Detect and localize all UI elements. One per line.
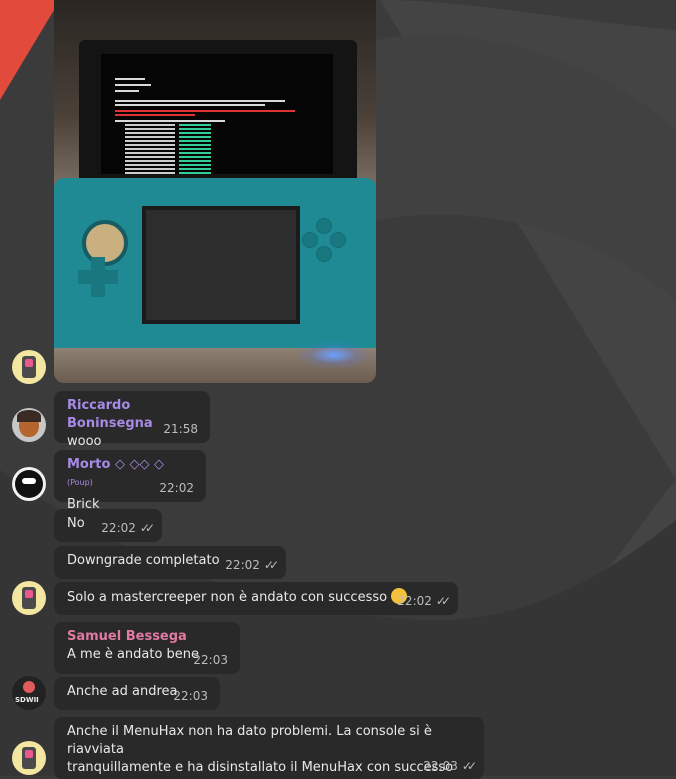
avatar[interactable] xyxy=(12,676,46,710)
sender-suffix: (Poup) xyxy=(67,478,93,487)
message-bubble[interactable]: No 22:02 ✓✓ xyxy=(54,509,162,542)
message-time: 22:02 ✓✓ xyxy=(101,521,155,535)
read-ticks-icon: ✓✓ xyxy=(435,594,451,608)
sender-name[interactable]: Samuel Bessega xyxy=(67,628,227,646)
read-ticks-icon: ✓✓ xyxy=(263,558,279,572)
message-time: 21:58 xyxy=(163,422,198,436)
message-time: 22:02 ✓✓ xyxy=(397,594,451,608)
message-bubble[interactable]: Samuel Bessega A me è andato bene 22:03 xyxy=(54,622,240,674)
avatar[interactable] xyxy=(12,741,46,775)
read-ticks-icon: ✓✓ xyxy=(461,759,477,773)
photo-3ds-body xyxy=(54,178,376,348)
red-accent-shape xyxy=(0,0,60,100)
message-bubble[interactable]: Morto ◇ ◇◇ ◇ (Poup) Brick 22:02 xyxy=(54,450,206,512)
message-time: 22:02 xyxy=(159,481,194,495)
message-time: 22:03 xyxy=(193,653,228,667)
photo-message-image[interactable] xyxy=(54,0,376,383)
avatar[interactable] xyxy=(12,581,46,615)
message-time: 22:03 xyxy=(173,689,208,703)
avatar[interactable] xyxy=(12,408,46,442)
message-bubble[interactable]: Riccardo Boninsegna wooo 21:58 xyxy=(54,391,210,449)
message-text: Anche il MenuHax non ha dato problemi. L… xyxy=(67,724,432,757)
avatar[interactable] xyxy=(12,467,46,501)
message-bubble[interactable]: Anche ad andrea 22:03 xyxy=(54,677,220,710)
message-text: Solo a mastercreeper non è andato con su… xyxy=(67,588,445,607)
message-bubble[interactable]: Solo a mastercreeper non è andato con su… xyxy=(54,582,458,615)
message-text: tranquillamente e ha disinstallato il Me… xyxy=(67,760,454,775)
read-ticks-icon: ✓✓ xyxy=(139,521,155,535)
message-bubble[interactable]: Anche il MenuHax non ha dato problemi. L… xyxy=(54,717,484,779)
message-bubble[interactable]: Downgrade completato 22:02 ✓✓ xyxy=(54,546,286,579)
photo-3ds-top-screen xyxy=(79,40,357,190)
message-time: 22:03 ✓✓ xyxy=(423,759,477,773)
avatar[interactable] xyxy=(12,350,46,384)
message-time: 22:02 ✓✓ xyxy=(225,558,279,572)
